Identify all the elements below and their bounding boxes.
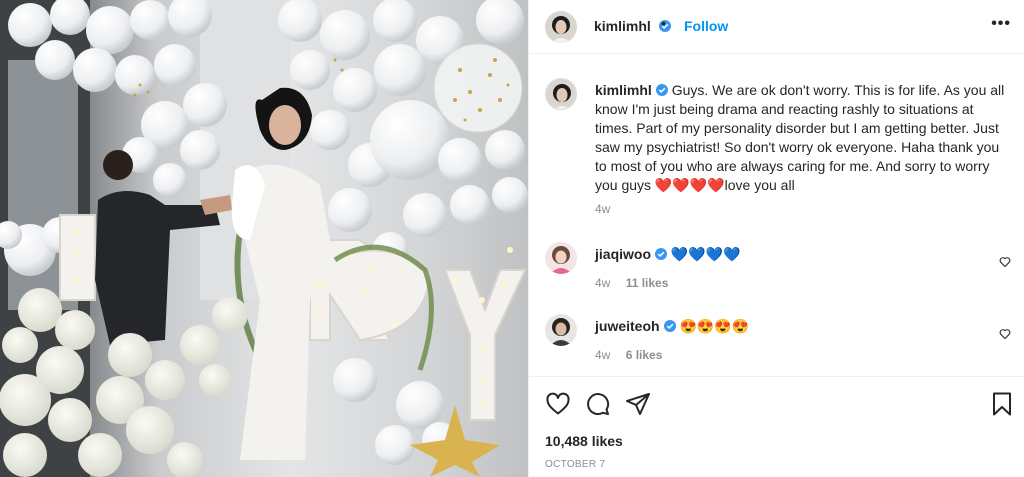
avatar-image bbox=[546, 79, 576, 109]
bookmark-icon[interactable] bbox=[989, 391, 1015, 417]
avatar[interactable] bbox=[545, 11, 577, 43]
comment-timestamp[interactable]: 4w bbox=[595, 348, 610, 362]
comment-username[interactable]: juweiteoh bbox=[595, 318, 660, 334]
comment-likes[interactable]: 11 likes bbox=[626, 276, 669, 290]
comment-icon[interactable] bbox=[585, 391, 611, 417]
comment-item: juweiteoh 😍😍😍😍 4w 6 likes bbox=[545, 314, 1015, 362]
comment-line: juweiteoh 😍😍😍😍 bbox=[595, 318, 749, 335]
caption-text: Guys. We are ok don't worry. This is for… bbox=[595, 82, 1005, 193]
likes-count[interactable]: 10,488 likes bbox=[545, 433, 623, 449]
username[interactable]: kimlimhl bbox=[594, 18, 671, 34]
comment-item: jiaqiwoo 💙💙💙💙 4w 11 likes bbox=[545, 242, 1015, 290]
verified-badge-icon bbox=[663, 320, 676, 332]
separator-dot: • bbox=[661, 15, 666, 31]
username-text: kimlimhl bbox=[594, 18, 651, 34]
comment-timestamp[interactable]: 4w bbox=[595, 276, 610, 290]
post-photo[interactable] bbox=[0, 0, 528, 477]
heart-icon[interactable] bbox=[999, 328, 1011, 340]
like-heart-icon[interactable] bbox=[545, 391, 571, 417]
follow-button[interactable]: Follow bbox=[684, 18, 728, 34]
avatar-image bbox=[545, 11, 577, 43]
proposal-photo-illustration bbox=[0, 0, 528, 477]
post-sidebar: kimlimhl • Follow ••• kimlimhl Guys. We … bbox=[528, 0, 1024, 477]
post-actions: 10,488 likes OCTOBER 7 bbox=[529, 376, 1024, 477]
share-icon[interactable] bbox=[625, 391, 651, 417]
comment-likes[interactable]: 6 likes bbox=[626, 348, 663, 362]
verified-badge-icon bbox=[655, 248, 667, 260]
verified-badge-icon bbox=[655, 84, 668, 96]
comment-text: 😍😍😍😍 bbox=[679, 318, 750, 334]
caption-username[interactable]: kimlimhl bbox=[595, 82, 652, 98]
post-date[interactable]: OCTOBER 7 bbox=[545, 459, 605, 470]
caption-timestamp[interactable]: 4w bbox=[595, 202, 610, 216]
post-header: kimlimhl • Follow ••• bbox=[529, 0, 1024, 54]
heart-icon[interactable] bbox=[999, 256, 1011, 268]
avatar-image bbox=[545, 314, 577, 346]
caption-text-block: kimlimhl Guys. We are ok don't worry. Th… bbox=[595, 81, 1011, 195]
comment-username[interactable]: jiaqiwoo bbox=[595, 246, 651, 262]
caption-avatar[interactable] bbox=[545, 78, 577, 110]
comment-meta: 4w 11 likes bbox=[595, 276, 680, 290]
comment-meta: 4w 6 likes bbox=[595, 348, 674, 362]
more-options-icon[interactable]: ••• bbox=[991, 15, 1011, 33]
avatar-image bbox=[545, 242, 577, 274]
comment-avatar[interactable] bbox=[545, 314, 577, 346]
comment-avatar[interactable] bbox=[545, 242, 577, 274]
comment-text: 💙💙💙💙 bbox=[670, 246, 741, 262]
comment-line: jiaqiwoo 💙💙💙💙 bbox=[595, 246, 741, 263]
